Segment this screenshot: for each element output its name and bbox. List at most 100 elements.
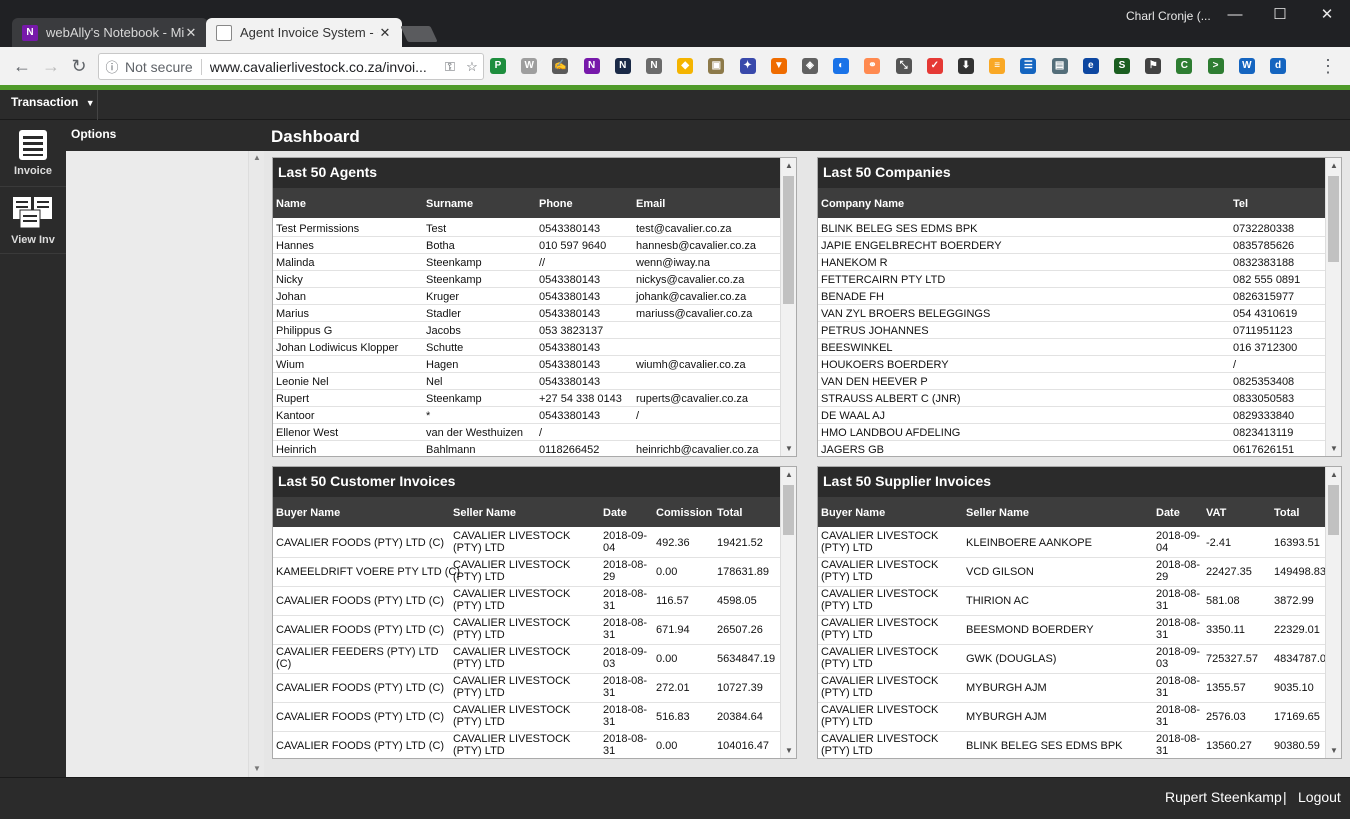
table-row[interactable]: Nicky Steenkamp 0543380143 nickys@cavalier.…: [273, 271, 781, 288]
rail-item-view-inv[interactable]: View Inv: [0, 188, 66, 254]
column-header[interactable]: Phone: [539, 198, 573, 210]
tab-agent-invoice[interactable]: Agent Invoice System - C ✕: [206, 18, 402, 47]
list-ext-icon[interactable]: ☰: [1020, 58, 1037, 74]
table-row[interactable]: CAVALIER FOODS (PTY) LTD (C) CAVALIER LIV…: [273, 732, 781, 758]
table-row[interactable]: Wium Hagen 0543380143 wiumh@cavalier.co.za: [273, 356, 781, 373]
table-row[interactable]: Johan Kruger 0543380143 johank@cavalier.co.…: [273, 288, 781, 305]
options-scrollbar[interactable]: ▲ ▼: [248, 151, 264, 777]
column-header[interactable]: Comission: [656, 507, 712, 519]
scroll-up-icon[interactable]: ▲: [1326, 161, 1341, 170]
column-header[interactable]: Email: [636, 198, 665, 210]
table-row[interactable]: Ellenor West van der Westhuizen /: [273, 424, 781, 441]
close-icon[interactable]: ✕: [378, 25, 392, 41]
table-row[interactable]: JAPIE ENGELBRECHT BOERDERY 0835785626: [818, 237, 1326, 254]
table-row[interactable]: CAVALIER LIVESTOCK (PTY) LTD KLEINBOERE A…: [818, 529, 1326, 558]
companies-scrollbar[interactable]: ▲ ▼: [1325, 158, 1341, 456]
back-icon[interactable]: ←: [11, 55, 33, 77]
close-icon[interactable]: ✕: [184, 25, 198, 41]
column-header[interactable]: Date: [1156, 507, 1180, 519]
d-ext-icon[interactable]: d: [1270, 58, 1286, 74]
column-header[interactable]: Tel: [1233, 198, 1248, 210]
column-header[interactable]: Buyer Name: [821, 507, 885, 519]
circle-ext-icon[interactable]: ◐: [833, 58, 850, 74]
column-header[interactable]: Date: [603, 507, 627, 519]
table-row[interactable]: HMO LANDBOU AFDELING 0823413119: [818, 424, 1326, 441]
table-row[interactable]: HANEKOM R 0832383188: [818, 254, 1326, 271]
terminal-ext-icon[interactable]: >: [1207, 58, 1224, 74]
table-row[interactable]: HOUKOERS BOERDERY /: [818, 356, 1326, 373]
transaction-menu[interactable]: Transaction ▼: [0, 90, 98, 120]
table-row[interactable]: CAVALIER LIVESTOCK (PTY) LTD MYBURGH AJM 2…: [818, 703, 1326, 732]
signature-ext-icon[interactable]: ✍: [552, 58, 569, 74]
table-row[interactable]: CAVALIER LIVESTOCK (PTY) LTD MYBURGH AJM 2…: [818, 674, 1326, 703]
table-row[interactable]: Hannes Botha 010 597 9640 hannesb@cavalier.…: [273, 237, 781, 254]
table-row[interactable]: Marius Stadler 0543380143 mariuss@cavalier.…: [273, 305, 781, 322]
table-row[interactable]: BLINK BELEG SES EDMS BPK 0732280338: [818, 220, 1326, 237]
pocket-ext-icon[interactable]: ▼: [770, 58, 787, 74]
table-row[interactable]: Rupert Steenkamp +27 54 338 0143 ruperts@ca…: [273, 390, 781, 407]
scroll-down-icon[interactable]: ▼: [781, 444, 796, 453]
column-header[interactable]: Total: [1274, 507, 1299, 519]
table-row[interactable]: Johan Lodiwicus Klopper Schutte 0543380143: [273, 339, 781, 356]
table-row[interactable]: CAVALIER FOODS (PTY) LTD (C) CAVALIER LIV…: [273, 674, 781, 703]
table-row[interactable]: CAVALIER LIVESTOCK (PTY) LTD VCD GILSON 20…: [818, 558, 1326, 587]
table-row[interactable]: CAVALIER FOODS (PTY) LTD (C) CAVALIER LIV…: [273, 703, 781, 732]
tab-onenote[interactable]: N webAlly's Notebook - Mic ✕: [12, 18, 208, 47]
column-header[interactable]: Name: [276, 198, 306, 210]
scroll-down-icon[interactable]: ▼: [1326, 746, 1341, 755]
table-row[interactable]: Test Permissions Test 0543380143 test@caval…: [273, 220, 781, 237]
table-row[interactable]: CAVALIER FEEDERS (PTY) LTD (C) CAVALIER L…: [273, 645, 781, 674]
notion-ext-icon[interactable]: N: [614, 58, 631, 74]
scroll-thumb[interactable]: [783, 485, 794, 535]
star-icon[interactable]: ☆: [461, 59, 483, 75]
profile-name[interactable]: Charl Cronje (...: [1126, 9, 1211, 23]
table-row[interactable]: STRAUSS ALBERT C (JNR) 0833050583: [818, 390, 1326, 407]
scroll-up-icon[interactable]: ▲: [781, 470, 796, 479]
reload-icon[interactable]: ↻: [68, 55, 90, 77]
star-ext-icon[interactable]: ✦: [739, 58, 756, 74]
download-ext-icon[interactable]: ⬇: [958, 58, 974, 74]
table-row[interactable]: JAGERS GB 0617626151: [818, 441, 1326, 456]
customer-invoices-scrollbar[interactable]: ▲ ▼: [780, 467, 796, 758]
table-row[interactable]: CAVALIER LIVESTOCK (PTY) LTD GWK (DOUGLAS…: [818, 645, 1332, 674]
url-text[interactable]: www.cavalierlivestock.co.za/invoi...: [210, 59, 439, 75]
table-row[interactable]: CAVALIER LIVESTOCK (PTY) LTD BLINK BELEG …: [818, 732, 1326, 758]
key-icon[interactable]: ⚿: [439, 59, 461, 75]
onenote-ext-icon[interactable]: N: [583, 58, 600, 74]
table-row[interactable]: Leonie Nel Nel 0543380143: [273, 373, 781, 390]
close-window-button[interactable]: ✕: [1312, 4, 1342, 26]
table-row[interactable]: BENADE FH 0826315977: [818, 288, 1326, 305]
table-row[interactable]: Malinda Steenkamp // wenn@iway.na: [273, 254, 781, 271]
column-header[interactable]: Seller Name: [453, 507, 516, 519]
column-header[interactable]: Surname: [426, 198, 473, 210]
info-icon[interactable]: ⓘ: [99, 57, 125, 76]
table-row[interactable]: Philippus G Jacobs 053 3823137: [273, 322, 781, 339]
check-ext-icon[interactable]: ✓: [926, 58, 943, 74]
image-ext-icon[interactable]: ▣: [708, 58, 725, 74]
column-header[interactable]: Total: [717, 507, 742, 519]
column-header[interactable]: Seller Name: [966, 507, 1029, 519]
table-row[interactable]: CAVALIER FOODS (PTY) LTD (C) CAVALIER LIV…: [273, 529, 781, 558]
address-bar[interactable]: ⓘ Not secure www.cavalierlivestock.co.za…: [98, 53, 484, 80]
w-ext-icon[interactable]: W: [521, 58, 538, 74]
minimize-button[interactable]: —: [1220, 4, 1250, 26]
scroll-thumb[interactable]: [783, 176, 794, 304]
link-ext-icon[interactable]: ⚭: [864, 58, 881, 74]
forward-icon[interactable]: →: [40, 55, 62, 77]
scroll-up-icon[interactable]: ▲: [781, 161, 796, 170]
table-row[interactable]: BEESWINKEL 016 3712300: [818, 339, 1326, 356]
table-row[interactable]: CAVALIER FOODS (PTY) LTD (C) CAVALIER LIV…: [273, 587, 781, 616]
table-row[interactable]: PETRUS JOHANNES 0711951123: [818, 322, 1326, 339]
keep-ext-icon[interactable]: ◆: [677, 58, 694, 74]
scroll-down-icon[interactable]: ▼: [781, 746, 796, 755]
p-ext-icon[interactable]: P: [490, 58, 506, 74]
s-ext-icon[interactable]: S: [1114, 58, 1130, 74]
scroll-thumb[interactable]: [1328, 485, 1339, 535]
table-row[interactable]: Heinrich Bahlmann 0118266452 heinrichb@cava…: [273, 441, 781, 456]
tag-ext-icon[interactable]: ◈: [802, 58, 818, 74]
resize-ext-icon[interactable]: ⤡: [895, 58, 912, 74]
flag-ext-icon[interactable]: ⚑: [1145, 58, 1162, 74]
table-row[interactable]: CAVALIER FOODS (PTY) LTD (C) CAVALIER LIV…: [273, 616, 781, 645]
table-row[interactable]: KAMEELDRIFT VOERE PTY LTD (C) CAVALIER LI…: [273, 558, 781, 587]
new-tab-button[interactable]: [400, 26, 438, 42]
